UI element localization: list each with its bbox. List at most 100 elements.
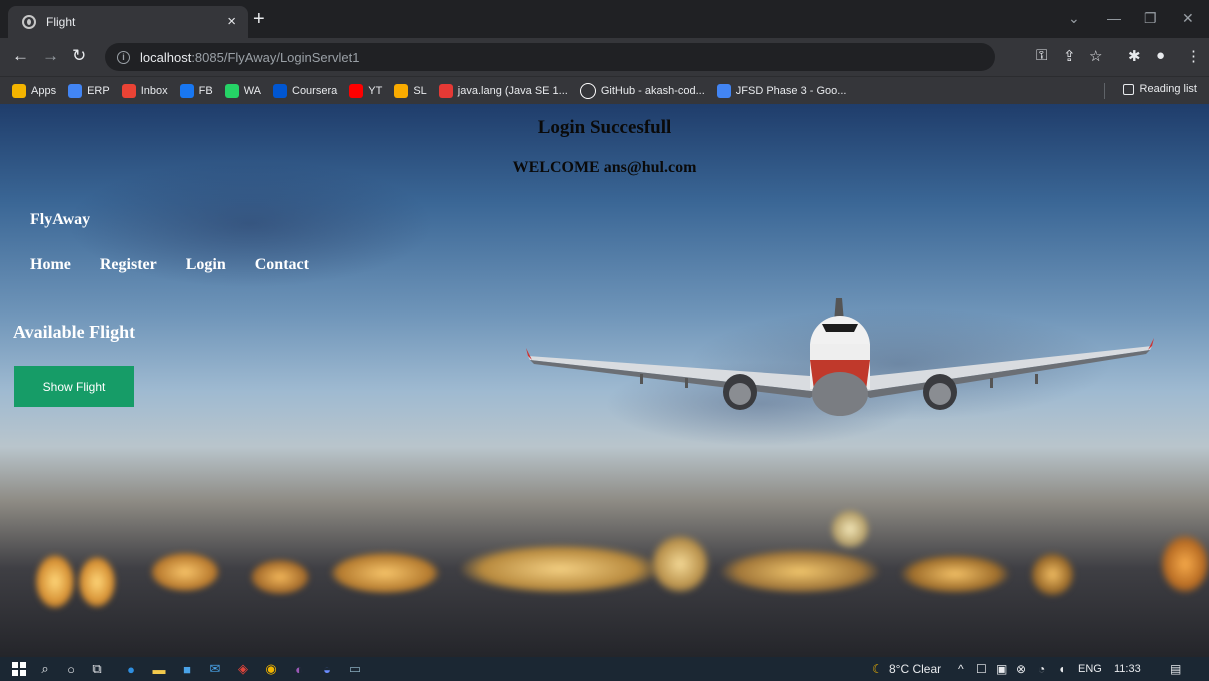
reading-list-button[interactable]: Reading list	[1122, 83, 1197, 95]
onedrive-icon[interactable]: ☐	[976, 662, 987, 676]
search-icon[interactable]: ⌕	[36, 661, 54, 677]
bookmark-label: GitHub - akash-cod...	[600, 84, 705, 97]
bokeh-light	[720, 549, 880, 594]
bokeh-light	[330, 552, 440, 594]
coursera-icon	[273, 83, 287, 98]
page-background: Login Succesfull WELCOME ans@hul.com Fly…	[0, 104, 1209, 657]
bookmark-item[interactable]: Coursera	[273, 83, 338, 98]
nav-register[interactable]: Register	[100, 256, 157, 274]
tab-search-icon[interactable]: ⌄	[1068, 10, 1080, 27]
bookmark-label: ERP	[87, 84, 110, 97]
mail-icon[interactable]: ✉	[206, 661, 224, 677]
bookmark-label: Apps	[31, 84, 57, 97]
bokeh-light	[250, 559, 310, 595]
bookmarks-bar: Apps ERP Inbox FB WA Coursera YT SL java.lang (J…	[0, 76, 1209, 104]
nav-contact[interactable]: Contact	[255, 256, 309, 274]
eclipse-icon[interactable]: ◐	[290, 661, 308, 677]
chevron-up-icon[interactable]: ^	[958, 662, 964, 676]
edge-icon[interactable]: ●	[122, 661, 140, 677]
browser-tab-strip: Flight × + ⌄ — ❐ ✕	[0, 0, 1209, 38]
oracle-icon	[438, 83, 453, 98]
close-window-icon[interactable]: ✕	[1182, 10, 1194, 27]
wifi-icon[interactable]: ◔	[1038, 662, 1045, 676]
facebook-icon	[179, 83, 194, 98]
brand-logo[interactable]: FlyAway	[30, 211, 90, 229]
weather-text[interactable]: 8°C Clear	[889, 662, 941, 676]
restore-icon[interactable]: ❐	[1144, 10, 1157, 27]
key-icon[interactable]: ⚿	[1036, 47, 1047, 64]
bokeh-light	[650, 534, 710, 594]
file-explorer-icon[interactable]: ▬	[150, 661, 168, 677]
app-icon[interactable]: ◒	[318, 661, 336, 677]
url-path: :8085/FlyAway/LoginServlet1	[191, 49, 360, 65]
reading-list-icon	[1122, 83, 1134, 95]
menu-icon[interactable]: ⋮	[1186, 47, 1201, 65]
bokeh-light	[150, 552, 220, 592]
moon-icon: ☾	[872, 662, 883, 676]
share-icon[interactable]: ⇪	[1063, 47, 1076, 65]
show-flight-button[interactable]: Show Flight	[14, 366, 134, 407]
bookmark-item[interactable]: JFSD Phase 3 - Goo...	[716, 83, 846, 98]
tab-title: Flight	[46, 15, 76, 29]
welcome-heading: WELCOME ans@hul.com	[512, 159, 697, 176]
network-icon[interactable]: ⊗	[1016, 662, 1026, 676]
windows-start-icon[interactable]	[10, 661, 28, 677]
bookmark-item[interactable]: java.lang (Java SE 1...	[438, 83, 568, 98]
language-indicator[interactable]: ENG	[1078, 663, 1102, 675]
tab-close-icon[interactable]: ×	[227, 13, 236, 30]
bokeh-light	[830, 509, 870, 549]
mcafee-icon[interactable]: ◈	[234, 661, 252, 677]
volume-icon[interactable]: ◖	[1058, 662, 1065, 676]
bookmark-label: Inbox	[140, 84, 168, 97]
bokeh-light	[460, 544, 660, 594]
bookmark-item[interactable]: FB	[179, 83, 213, 98]
back-icon[interactable]: ←	[12, 46, 29, 66]
url-host: localhost	[140, 49, 192, 65]
bookmark-label: YT	[368, 84, 383, 97]
address-toolbar: ← → ↻ i localhost :8085/FlyAway/LoginSer…	[0, 38, 1209, 76]
bookmark-item[interactable]: Apps	[12, 83, 57, 98]
forward-icon[interactable]: →	[42, 46, 59, 66]
profile-icon[interactable]: ●	[1156, 47, 1165, 64]
bookmarks-separator	[1104, 83, 1105, 99]
bookmark-item[interactable]: Inbox	[121, 83, 168, 98]
reading-list-label: Reading list	[1139, 83, 1197, 95]
chrome-icon[interactable]: ◉	[262, 661, 280, 677]
store-icon[interactable]: ■	[178, 661, 196, 677]
erp-icon	[68, 83, 83, 98]
bokeh-light	[1030, 552, 1075, 597]
task-view-icon[interactable]: ⧉	[88, 661, 106, 677]
clock[interactable]: 11:33	[1114, 663, 1141, 675]
notifications-icon[interactable]: ▤	[1170, 662, 1181, 676]
bookmark-item[interactable]: SL	[394, 83, 427, 98]
omnibox[interactable]: i localhost :8085/FlyAway/LoginServlet1	[105, 43, 995, 71]
cortana-icon[interactable]: ○	[62, 661, 80, 677]
terminal-icon[interactable]: ▭	[346, 661, 364, 677]
bookmark-item[interactable]: ERP	[68, 83, 110, 98]
site-info-icon[interactable]: i	[117, 50, 130, 64]
nav-login[interactable]: Login	[186, 256, 226, 274]
available-flight-heading: Available Flight	[13, 322, 136, 342]
bookmark-item[interactable]: WA	[224, 83, 261, 98]
bookmark-label: Coursera	[292, 84, 338, 97]
browser-tab[interactable]: Flight ×	[8, 6, 248, 38]
bokeh-light	[78, 556, 116, 608]
nav-home[interactable]: Home	[30, 256, 71, 274]
new-tab-button[interactable]: +	[253, 9, 265, 29]
bookmark-label: java.lang (Java SE 1...	[457, 84, 568, 97]
github-icon	[579, 82, 596, 99]
star-icon[interactable]: ☆	[1089, 47, 1102, 65]
extensions-icon[interactable]: ✱	[1128, 47, 1141, 65]
bokeh-light	[1160, 534, 1209, 594]
reload-icon[interactable]: ↻	[72, 46, 86, 66]
bookmark-item[interactable]: GitHub - akash-cod...	[579, 82, 705, 99]
bookmark-label: WA	[243, 84, 261, 97]
bokeh-light	[900, 554, 1010, 594]
minimize-icon[interactable]: —	[1107, 10, 1121, 26]
globe-icon	[22, 15, 36, 29]
main-nav: Home Register Login Contact	[30, 256, 338, 274]
windows-taskbar: ⌕ ○ ⧉ ● ▬ ■ ✉ ◈ ◉ ◐ ◒ ▭ ☾ 8°C Clear ^ ☐ …	[0, 657, 1209, 681]
display-icon[interactable]: ▣	[996, 662, 1007, 676]
bookmark-item[interactable]: YT	[349, 83, 383, 98]
bookmark-label: FB	[198, 84, 213, 97]
